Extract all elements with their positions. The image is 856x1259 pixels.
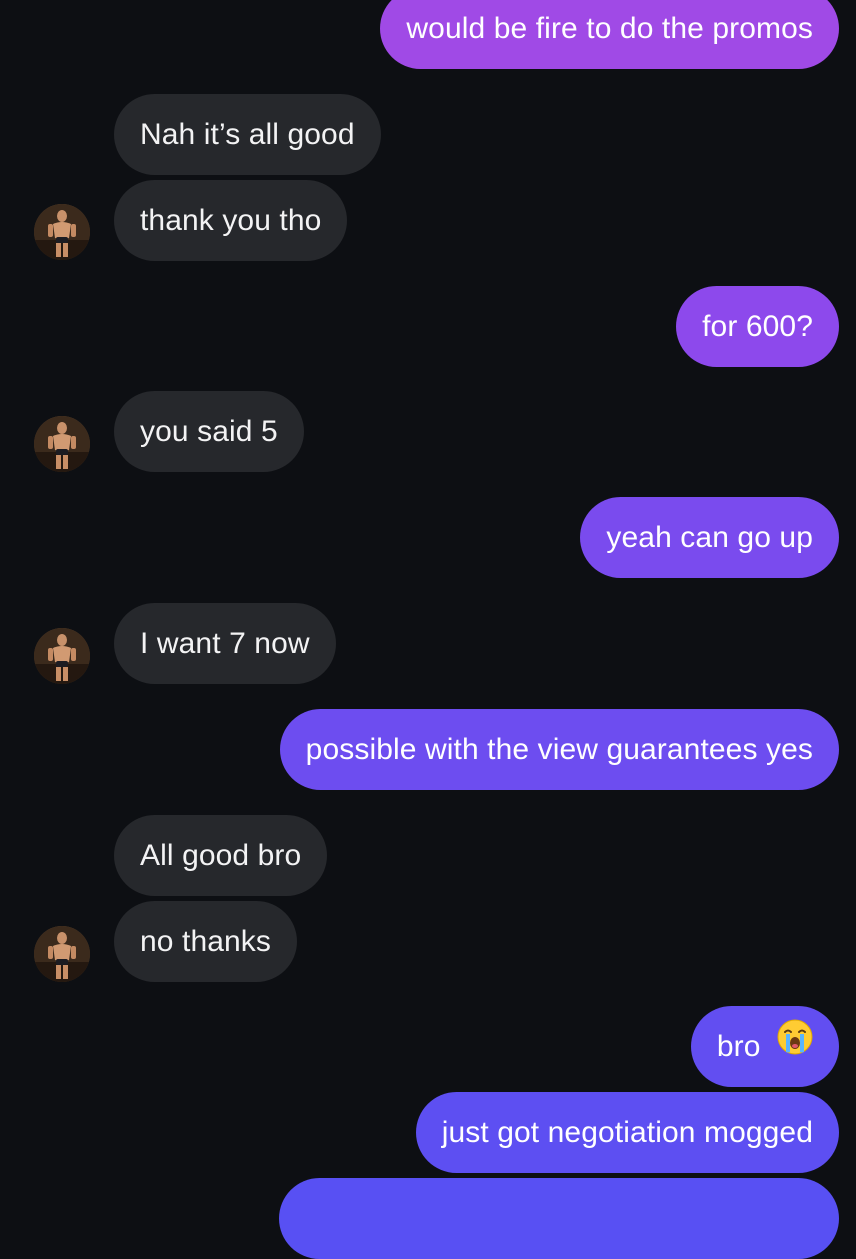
incoming-message[interactable]: thank you tho — [114, 180, 348, 261]
outgoing-message[interactable]: possible with the view guarantees yes — [279, 709, 839, 790]
outgoing-message[interactable]: would be fire to do the promos — [380, 0, 839, 69]
incoming-message[interactable]: I want 7 now — [114, 603, 336, 684]
contact-avatar[interactable] — [34, 628, 90, 684]
outgoing-message[interactable]: bro — [690, 1005, 839, 1087]
avatar-photo-icon — [34, 926, 90, 982]
incoming-message[interactable]: Nah it’s all good — [114, 94, 381, 175]
contact-avatar[interactable] — [34, 926, 90, 982]
loudly-crying-face-icon — [777, 1005, 813, 1086]
outgoing-message[interactable] — [279, 1178, 839, 1259]
outgoing-message[interactable]: yeah can go up — [580, 497, 839, 578]
outgoing-message[interactable]: just got negotiation mogged — [415, 1092, 839, 1173]
avatar-photo-icon — [34, 204, 90, 260]
incoming-message[interactable]: no thanks — [114, 901, 297, 982]
message-text: bro — [716, 1030, 761, 1063]
message-thread: would be fire to do the promos Nah it’s … — [0, 0, 856, 1259]
outgoing-message[interactable]: for 600? — [676, 286, 839, 367]
incoming-message[interactable]: you said 5 — [114, 391, 304, 472]
contact-avatar[interactable] — [34, 204, 90, 260]
avatar-photo-icon — [34, 416, 90, 472]
avatar-photo-icon — [34, 628, 90, 684]
incoming-message[interactable]: All good bro — [114, 815, 328, 896]
contact-avatar[interactable] — [34, 416, 90, 472]
